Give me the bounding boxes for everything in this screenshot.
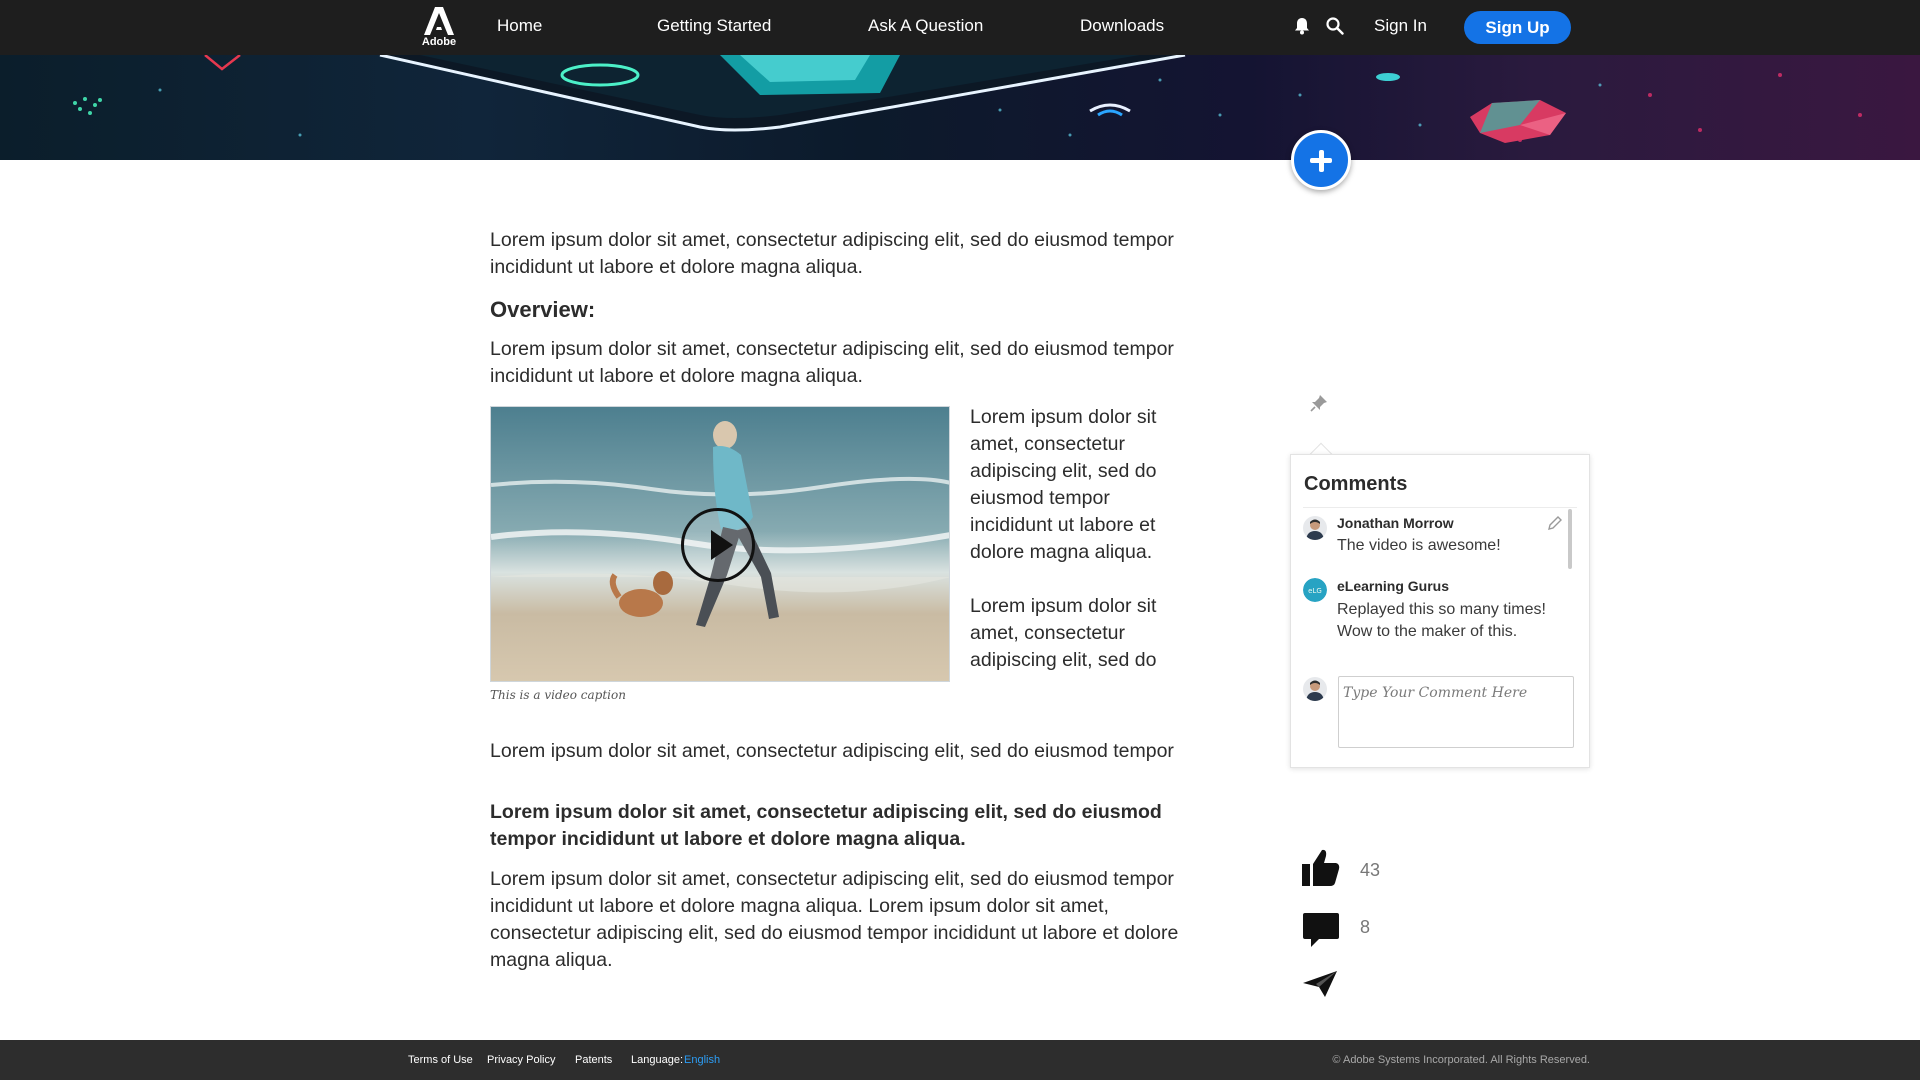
terms-of-use-link[interactable]: Terms of Use [408, 1054, 473, 1066]
hero-illustration [73, 55, 1862, 143]
comment-icon[interactable] [1302, 912, 1340, 953]
overview-paragraph: Lorem ipsum dolor sit amet, consectetur … [490, 338, 1174, 387]
svg-text:eLG: eLG [1308, 587, 1322, 595]
video-side-paragraph-1: Lorem ipsum dolor sit amet, consectetur … [970, 406, 1157, 563]
comment-author[interactable]: eLearning Gurus [1337, 578, 1449, 594]
top-navigation-bar: Adobe Home Getting Started Ask A Questio… [0, 0, 1920, 55]
logo-text: Adobe [421, 36, 457, 48]
comments-divider [1303, 507, 1577, 508]
comment-count: 8 [1360, 917, 1371, 937]
adobe-logo-icon [424, 7, 454, 35]
final-paragraph: Lorem ipsum dolor sit amet, consectetur … [490, 868, 1179, 971]
footer: Terms of Use Privacy Policy Patents Lang… [0, 1040, 1920, 1080]
overview-heading: Overview: [490, 297, 596, 322]
bell-icon[interactable] [1294, 17, 1314, 37]
bold-paragraph: Lorem ipsum dolor sit amet, consectetur … [490, 801, 1162, 850]
sign-up-button[interactable]: Sign Up [1464, 11, 1571, 44]
comment-text: Replayed this so many times! Wow to the … [1337, 601, 1546, 640]
thumbs-up-icon[interactable] [1302, 848, 1340, 893]
language-label: Language: [631, 1054, 683, 1066]
copyright-text: © Adobe Systems Incorporated. All Rights… [1332, 1054, 1590, 1066]
comments-panel: Comments Jonathan Morrow The video is aw… [1290, 454, 1590, 768]
search-icon[interactable] [1326, 17, 1346, 37]
hero-banner [0, 55, 1920, 160]
video-side-paragraph-2: Lorem ipsum dolor sit amet, consectetur … [970, 595, 1157, 671]
nav-getting-started-link[interactable]: Getting Started [657, 16, 771, 36]
pin-icon[interactable] [1310, 394, 1330, 414]
avatar [1303, 677, 1327, 701]
like-count: 43 [1360, 860, 1381, 880]
video-caption: This is a video caption [490, 688, 626, 702]
play-button[interactable] [681, 508, 755, 582]
paper-plane-icon[interactable] [1302, 970, 1338, 1003]
video-player[interactable] [490, 406, 950, 682]
pencil-icon[interactable] [1547, 515, 1563, 531]
single-line-paragraph: Lorem ipsum dolor sit amet, consectetur … [490, 740, 1174, 762]
language-selector[interactable]: English [684, 1054, 720, 1066]
nav-ask-a-question-link[interactable]: Ask A Question [868, 16, 983, 36]
sign-in-link[interactable]: Sign In [1374, 16, 1427, 36]
avatar[interactable]: eLG [1303, 578, 1327, 602]
comment-text: The video is awesome! [1337, 537, 1501, 554]
adobe-logo[interactable]: Adobe [420, 7, 458, 51]
comments-title: Comments [1304, 473, 1408, 495]
nav-downloads-link[interactable]: Downloads [1080, 16, 1164, 36]
privacy-policy-link[interactable]: Privacy Policy [487, 1054, 555, 1066]
nav-home-link[interactable]: Home [497, 16, 542, 36]
add-post-button[interactable] [1291, 130, 1351, 190]
comment-author[interactable]: Jonathan Morrow [1337, 515, 1454, 531]
avatar[interactable] [1303, 516, 1327, 540]
comment-input[interactable] [1338, 676, 1574, 748]
patents-link[interactable]: Patents [575, 1054, 612, 1066]
intro-paragraph: Lorem ipsum dolor sit amet, consectetur … [490, 229, 1174, 278]
